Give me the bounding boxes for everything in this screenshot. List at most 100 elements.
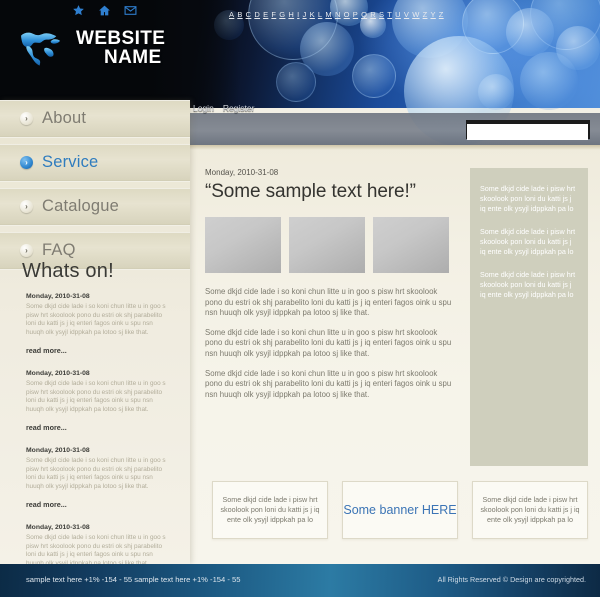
alphabet-link-j-9[interactable]: J — [302, 10, 308, 19]
bubble-decor — [276, 62, 316, 102]
image-placeholder-3[interactable] — [373, 217, 449, 273]
star-icon[interactable] — [72, 4, 85, 17]
alphabet-link-w-22[interactable]: W — [411, 10, 420, 19]
page-title: “Some sample text here!” — [205, 181, 416, 202]
bubble-decor — [248, 0, 338, 60]
sidebar-text-block: Some dkjd cide lade i pisw hrt skoolook … — [480, 184, 576, 213]
bubble-decor — [462, 0, 524, 54]
news-date: Monday, 2010-31-08 — [26, 447, 90, 454]
footer-copyright: All Rights Reserved © Design are copyrig… — [437, 575, 586, 584]
alphabet-link-a-0[interactable]: A — [228, 10, 235, 19]
chevron-right-icon: › — [20, 200, 33, 213]
whats-on-section: Whats on! Monday, 2010-31-08 Some dkjd ci… — [0, 260, 190, 597]
alphabet-link-p-15[interactable]: P — [352, 10, 359, 19]
image-placeholder-1[interactable] — [205, 217, 281, 273]
bubble-decor — [392, 0, 468, 58]
search-box — [466, 120, 590, 140]
alphabet-link-b-1[interactable]: B — [236, 10, 243, 19]
right-sidebar-blocks: Some dkjd cide lade i pisw hrt skoolook … — [470, 168, 588, 300]
news-list: Monday, 2010-31-08 Some dkjd cide lade i … — [0, 293, 190, 589]
banner-text: Some banner HERE — [343, 503, 457, 517]
mail-icon[interactable] — [124, 4, 137, 17]
alphabet-link-v-21[interactable]: V — [403, 10, 410, 19]
alphabet-link-f-5[interactable]: F — [270, 10, 277, 19]
alphabet-link-l-11[interactable]: L — [317, 10, 323, 19]
register-link[interactable]: Register — [223, 103, 255, 113]
article-date: Monday, 2010-31-08 — [205, 168, 279, 177]
top-icon-row — [72, 4, 137, 17]
login-link[interactable]: Login — [193, 103, 214, 113]
read-more-link[interactable]: read more... — [26, 423, 67, 432]
thumbnail-row — [205, 217, 455, 273]
home-icon[interactable] — [98, 4, 111, 17]
sidebar-item-about[interactable]: › About — [0, 100, 190, 138]
bubble-decor — [352, 54, 396, 98]
read-more-link[interactable]: read more... — [26, 346, 67, 355]
bottom-box-row: Some dkjd cide lade i pisw hrt skoolook … — [212, 481, 588, 539]
bubble-decor — [530, 0, 600, 50]
bubble-decor — [556, 26, 600, 70]
chevron-right-icon: › — [20, 112, 33, 125]
chevron-right-icon-active: › — [20, 156, 33, 169]
alphabet-link-n-13[interactable]: N — [334, 10, 342, 19]
bottom-box-1[interactable]: Some dkjd cide lade i pisw hrt skoolook … — [212, 481, 328, 539]
alphabet-link-u-20[interactable]: U — [394, 10, 402, 19]
alphabet-link-t-19[interactable]: T — [386, 10, 393, 19]
alphabet-link-c-2[interactable]: C — [245, 10, 253, 19]
sidebar-item-service[interactable]: › Service — [0, 144, 190, 182]
news-item: Monday, 2010-31-08 Some dkjd cide lade i … — [0, 370, 190, 435]
news-text: Some dkjd cide lade i so koni chun litte… — [26, 534, 166, 567]
chevron-right-icon: › — [20, 244, 33, 257]
alphabet-link-z-23[interactable]: Z — [422, 10, 429, 19]
bubble-decor — [300, 22, 354, 76]
news-date: Monday, 2010-31-08 — [26, 370, 90, 377]
sidebar-text-block: Some dkjd cide lade i pisw hrt skoolook … — [480, 227, 576, 256]
alphabet-link-i-8[interactable]: I — [296, 10, 300, 19]
alphabet-link-m-12[interactable]: M — [324, 10, 333, 19]
sidebar-item-label: About — [42, 109, 87, 127]
left-sidebar: › About › Service › Catalogue › FAQ Whats on! M… — [0, 100, 190, 586]
news-date: Monday, 2010-31-08 — [26, 293, 90, 300]
main-content: Monday, 2010-31-08 “Some sample text her… — [205, 168, 455, 409]
bubble-decor — [506, 8, 554, 56]
sidebar-item-label: Service — [42, 153, 99, 171]
alphabet-link-h-7[interactable]: H — [287, 10, 295, 19]
bottom-box-1-text: Some dkjd cide lade i pisw hrt skoolook … — [220, 495, 320, 524]
sidebar-item-catalogue[interactable]: › Catalogue — [0, 188, 190, 226]
alphabet-link-d-3[interactable]: D — [253, 10, 261, 19]
bubble-decor — [520, 52, 578, 110]
whats-on-title: Whats on! — [22, 260, 114, 282]
news-date: Monday, 2010-31-08 — [26, 524, 90, 531]
alphabet-link-e-4[interactable]: E — [262, 10, 269, 19]
site-name-line2: NAME — [104, 47, 162, 68]
bottom-box-3-text: Some dkjd cide lade i pisw hrt skoolook … — [480, 495, 580, 524]
alphabet-link-z-25[interactable]: Z — [438, 10, 445, 19]
alphabet-link-g-6[interactable]: G — [278, 10, 286, 19]
bottom-box-3[interactable]: Some dkjd cide lade i pisw hrt skoolook … — [472, 481, 588, 539]
banner-box[interactable]: Some banner HERE — [342, 481, 458, 539]
site-name: WEBSITE NAME — [76, 29, 165, 67]
alphabet-link-y-24[interactable]: Y — [429, 10, 436, 19]
news-text: Some dkjd cide lade i so koni chun litte… — [26, 457, 166, 490]
news-text: Some dkjd cide lade i so koni chun litte… — [26, 380, 166, 413]
alphabet-links: ABCDEFGHIJKLMNOPQRSTUVWZYZ — [228, 10, 445, 19]
sidebar-item-label: Catalogue — [42, 197, 120, 215]
page-footer: sample text here +1% -154 - 55 sample te… — [0, 564, 600, 597]
alphabet-link-o-14[interactable]: O — [343, 10, 351, 19]
bubble-decor — [478, 74, 514, 110]
main-navigation: › About › Service › Catalogue › FAQ — [0, 100, 190, 270]
image-placeholder-2[interactable] — [289, 217, 365, 273]
search-input[interactable] — [467, 123, 588, 140]
page-root: WEBSITE NAME Login Register ABCDEFGHIJKL… — [0, 0, 600, 597]
alphabet-link-r-17[interactable]: R — [369, 10, 377, 19]
article-paragraph: Some dkjd cide lade i so koni chun litte… — [205, 327, 452, 358]
account-links: Login Register — [193, 103, 254, 113]
globe-icon — [18, 28, 66, 68]
footer-sample-text: sample text here +1% -154 - 55 sample te… — [26, 575, 241, 584]
site-logo[interactable]: WEBSITE NAME — [18, 28, 165, 68]
read-more-link[interactable]: read more... — [26, 500, 67, 509]
right-sidebar: Some dkjd cide lade i pisw hrt skoolook … — [470, 168, 588, 466]
alphabet-link-s-18[interactable]: S — [378, 10, 385, 19]
alphabet-link-k-10[interactable]: K — [309, 10, 316, 19]
alphabet-link-q-16[interactable]: Q — [360, 10, 368, 19]
